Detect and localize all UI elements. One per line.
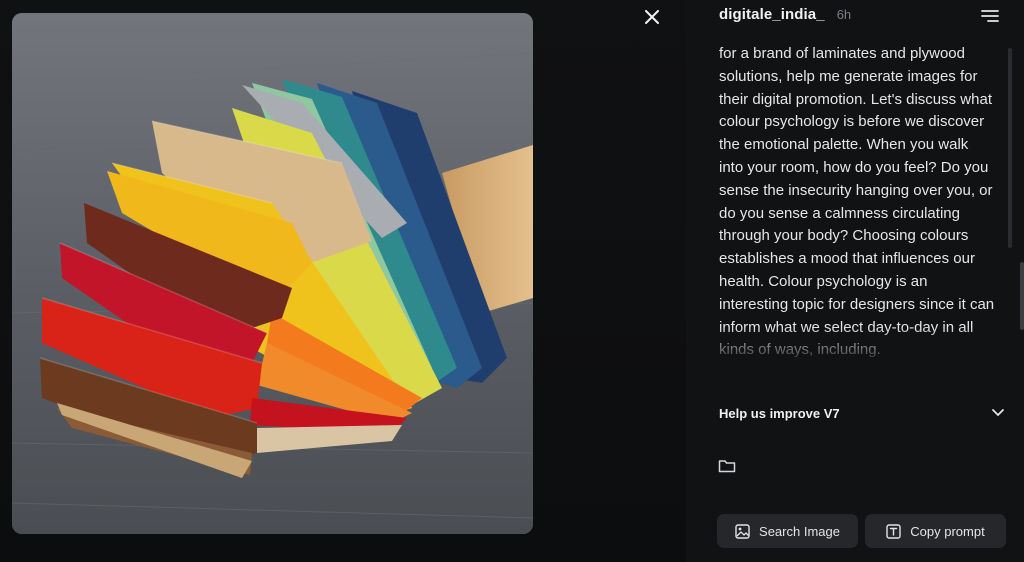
menu-lines-icon [981, 10, 999, 22]
image-viewer: digitale_india_ 6h for a brand of lamina… [0, 0, 1024, 562]
image-icon [735, 523, 750, 539]
image-pane [0, 0, 686, 562]
laminate-swatches-image [12, 13, 533, 534]
folder-icon [718, 460, 736, 473]
menu-button[interactable] [981, 8, 999, 24]
timestamp: 6h [836, 7, 852, 22]
search-image-button[interactable]: Search Image [717, 514, 858, 548]
feedback-label: Help us improve V7 [719, 405, 840, 421]
details-panel: digitale_india_ 6h for a brand of lamina… [686, 0, 1024, 562]
generated-image[interactable] [12, 13, 533, 534]
username[interactable]: digitale_india_ [719, 6, 825, 23]
prompt-text-area[interactable]: for a brand of laminates and plywood sol… [719, 43, 995, 373]
copy-prompt-button[interactable]: Copy prompt [865, 514, 1006, 548]
search-image-label: Search Image [759, 523, 840, 539]
copy-prompt-label: Copy prompt [910, 523, 985, 539]
prompt-scrollbar[interactable] [1008, 48, 1012, 248]
save-to-folder-button[interactable] [718, 458, 738, 476]
feedback-toggle[interactable]: Help us improve V7 [719, 400, 1005, 426]
post-header: digitale_india_ 6h [719, 6, 851, 28]
prompt-text: for a brand of laminates and plywood sol… [719, 45, 995, 359]
close-icon [645, 10, 659, 24]
chevron-down-icon [992, 409, 1004, 416]
text-icon [886, 523, 901, 539]
page-scrollbar-thumb[interactable] [1020, 262, 1024, 330]
close-button[interactable] [641, 6, 663, 28]
